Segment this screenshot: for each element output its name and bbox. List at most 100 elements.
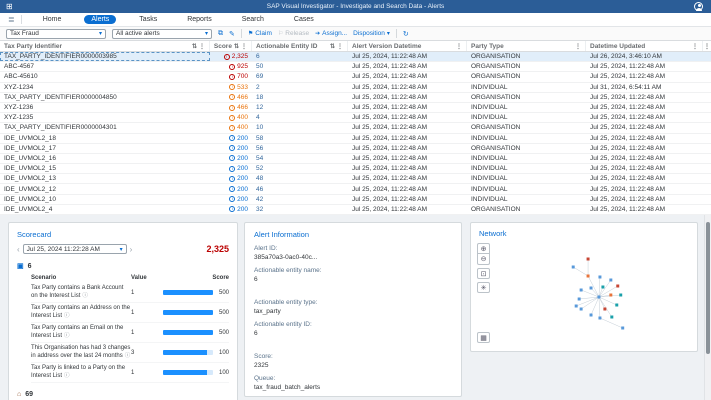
network-node[interactable] — [572, 266, 575, 269]
tab-search[interactable]: Search — [235, 15, 271, 24]
cell-tax-party-identifier[interactable]: XYZ-1236 — [0, 103, 210, 112]
legend-button[interactable]: ▦ — [477, 332, 490, 343]
network-node[interactable] — [609, 294, 612, 297]
edit-filter-icon[interactable]: ✎ — [229, 30, 235, 38]
cell-tax-party-identifier[interactable]: ABC-45610 — [0, 72, 210, 81]
table-row[interactable]: TAX_PARTY_IDENTIFIER0000004850!46618Jul … — [0, 93, 711, 103]
cell-tax-party-identifier[interactable]: TAX_PARTY_IDENTIFIER0000003985 — [0, 52, 210, 61]
cell-tax-party-identifier[interactable]: TAX_PARTY_IDENTIFIER0000004301 — [0, 123, 210, 132]
queue-filter-select[interactable]: Tax Fraud▾ — [6, 29, 106, 39]
table-row[interactable]: IDE_UVMOL2_16i20054Jul 25, 2024, 11:22:4… — [0, 154, 711, 164]
scorecard-group-header[interactable]: ⌂69 — [17, 391, 229, 398]
sort-icon[interactable]: ⇅ — [330, 43, 335, 50]
scorecard-version-select[interactable]: Jul 25, 2024 11:22:28 AM ▾ — [23, 244, 127, 254]
cell-tax-party-identifier[interactable]: IDE_UVMOL2_18 — [0, 134, 210, 143]
network-node[interactable] — [578, 298, 581, 301]
tab-tasks[interactable]: Tasks — [132, 15, 164, 24]
table-row[interactable]: XYZ-1236!46612Jul 25, 2024, 11:22:48 AMI… — [0, 103, 711, 113]
cell-tax-party-identifier[interactable]: ABC-4567 — [0, 62, 210, 71]
cell-actionable-entity-id[interactable]: 52 — [252, 164, 348, 173]
table-row[interactable]: IDE_UVMOL2_15i20052Jul 25, 2024, 11:22:4… — [0, 164, 711, 174]
fit-view-button[interactable]: ⊡ — [477, 268, 490, 279]
network-node[interactable] — [598, 276, 601, 279]
cell-actionable-entity-id[interactable]: 32 — [252, 205, 348, 214]
cell-actionable-entity-id[interactable]: 10 — [252, 123, 348, 132]
table-row[interactable]: ABC-4567!92550Jul 25, 2024, 11:22:48 AMO… — [0, 62, 711, 72]
table-row[interactable]: IDE_UVMOL2_4i20032Jul 25, 2024, 11:22:48… — [0, 205, 711, 215]
cell-actionable-entity-id[interactable]: 69 — [252, 72, 348, 81]
table-row[interactable]: IDE_UVMOL2_10i20042Jul 25, 2024, 11:22:4… — [0, 195, 711, 205]
column-menu-icon[interactable]: ⋮ — [692, 43, 698, 50]
assign-button[interactable]: ➔ Assign... — [315, 30, 347, 37]
cell-actionable-entity-id[interactable]: 18 — [252, 93, 348, 102]
table-menu-icon[interactable]: ⋮ — [704, 42, 711, 50]
table-row[interactable]: IDE_UVMOL2_17i20056Jul 25, 2024, 11:22:4… — [0, 144, 711, 154]
network-node[interactable] — [587, 275, 590, 278]
cell-actionable-entity-id[interactable]: 46 — [252, 184, 348, 193]
cell-actionable-entity-id[interactable]: 12 — [252, 103, 348, 112]
cell-tax-party-identifier[interactable]: IDE_UVMOL2_13 — [0, 174, 210, 183]
network-node[interactable] — [619, 294, 622, 297]
table-row[interactable]: TAX_PARTY_IDENTIFIER0000004301!40010Jul … — [0, 123, 711, 133]
info-icon[interactable]: ⓘ — [82, 293, 88, 299]
info-icon[interactable]: ⓘ — [64, 313, 70, 319]
alert-filter-select[interactable]: All active alerts▾ — [112, 29, 212, 39]
cell-tax-party-identifier[interactable]: XYZ-1234 — [0, 83, 210, 92]
cell-tax-party-identifier[interactable]: IDE_UVMOL2_16 — [0, 154, 210, 163]
side-list-icon[interactable]: ≣ — [8, 15, 15, 24]
table-row[interactable]: IDE_UVMOL2_12i20046Jul 25, 2024, 11:22:4… — [0, 184, 711, 194]
cell-actionable-entity-id[interactable]: 50 — [252, 62, 348, 71]
info-icon[interactable]: ⓘ — [64, 373, 70, 379]
cell-actionable-entity-id[interactable]: 42 — [252, 195, 348, 204]
page-scrollbar[interactable] — [704, 215, 711, 400]
column-header-entity-id[interactable]: Actionable Entity ID ⇅ ⋮ — [252, 41, 348, 51]
next-version-icon[interactable]: › — [130, 245, 133, 254]
network-node[interactable] — [621, 327, 624, 330]
prev-version-icon[interactable]: ‹ — [17, 245, 20, 254]
info-icon[interactable]: ⓘ — [125, 353, 131, 359]
cell-actionable-entity-id[interactable]: 2 — [252, 83, 348, 92]
table-row[interactable]: TAX_PARTY_IDENTIFIER0000003985!2,3256Jul… — [0, 52, 711, 62]
network-node[interactable] — [615, 304, 618, 307]
tab-home[interactable]: Home — [36, 15, 69, 24]
user-avatar-icon[interactable] — [694, 2, 703, 11]
network-graph[interactable] — [495, 237, 693, 347]
column-menu-icon[interactable]: ⋮ — [575, 43, 581, 50]
sort-icon[interactable]: ⇅ — [234, 43, 239, 50]
network-node[interactable] — [609, 279, 612, 282]
column-header-score[interactable]: Score ⇅ ⋮ — [210, 41, 252, 51]
network-node[interactable] — [575, 305, 578, 308]
cell-tax-party-identifier[interactable]: IDE_UVMOL2_4 — [0, 205, 210, 214]
table-row[interactable]: IDE_UVMOL2_13i20048Jul 25, 2024, 11:22:4… — [0, 174, 711, 184]
cell-tax-party-identifier[interactable]: XYZ-1235 — [0, 113, 210, 122]
column-header-alert-version[interactable]: Alert Version Datetime ⋮ — [348, 41, 467, 51]
network-node[interactable] — [590, 314, 593, 317]
table-row[interactable]: XYZ-1235!4004Jul 25, 2024, 11:22:48 AMIN… — [0, 113, 711, 123]
cell-tax-party-identifier[interactable]: IDE_UVMOL2_17 — [0, 144, 210, 153]
tab-reports[interactable]: Reports — [180, 15, 219, 24]
cell-actionable-entity-id[interactable]: 6 — [252, 52, 348, 61]
network-node[interactable] — [597, 296, 600, 299]
zoom-in-button[interactable]: ⊕ — [477, 243, 490, 254]
cell-actionable-entity-id[interactable]: 56 — [252, 144, 348, 153]
cell-tax-party-identifier[interactable]: IDE_UVMOL2_15 — [0, 164, 210, 173]
network-node[interactable] — [580, 308, 583, 311]
table-row[interactable]: ABC-45610!70069Jul 25, 2024, 11:22:48 AM… — [0, 72, 711, 82]
network-node[interactable] — [590, 287, 593, 290]
refresh-icon[interactable]: ↻ — [403, 30, 409, 38]
cell-tax-party-identifier[interactable]: IDE_UVMOL2_10 — [0, 195, 210, 204]
cell-tax-party-identifier[interactable]: TAX_PARTY_IDENTIFIER0000004850 — [0, 93, 210, 102]
network-node[interactable] — [580, 289, 583, 292]
info-icon[interactable]: ⓘ — [64, 333, 70, 339]
column-header-datetime-updated[interactable]: Datetime Updated ⋮ — [586, 41, 703, 51]
cell-actionable-entity-id[interactable]: 54 — [252, 154, 348, 163]
network-node[interactable] — [601, 286, 604, 289]
cell-tax-party-identifier[interactable]: IDE_UVMOL2_12 — [0, 184, 210, 193]
sort-icon[interactable]: ⇅ — [192, 43, 197, 50]
save-filter-icon[interactable]: ⧉ — [218, 30, 223, 38]
column-menu-icon[interactable]: ⋮ — [199, 43, 205, 50]
network-node[interactable] — [616, 285, 619, 288]
layout-settings-button[interactable]: ✳ — [477, 282, 490, 293]
column-header-party-type[interactable]: Party Type ⋮ — [467, 41, 586, 51]
cell-actionable-entity-id[interactable]: 4 — [252, 113, 348, 122]
